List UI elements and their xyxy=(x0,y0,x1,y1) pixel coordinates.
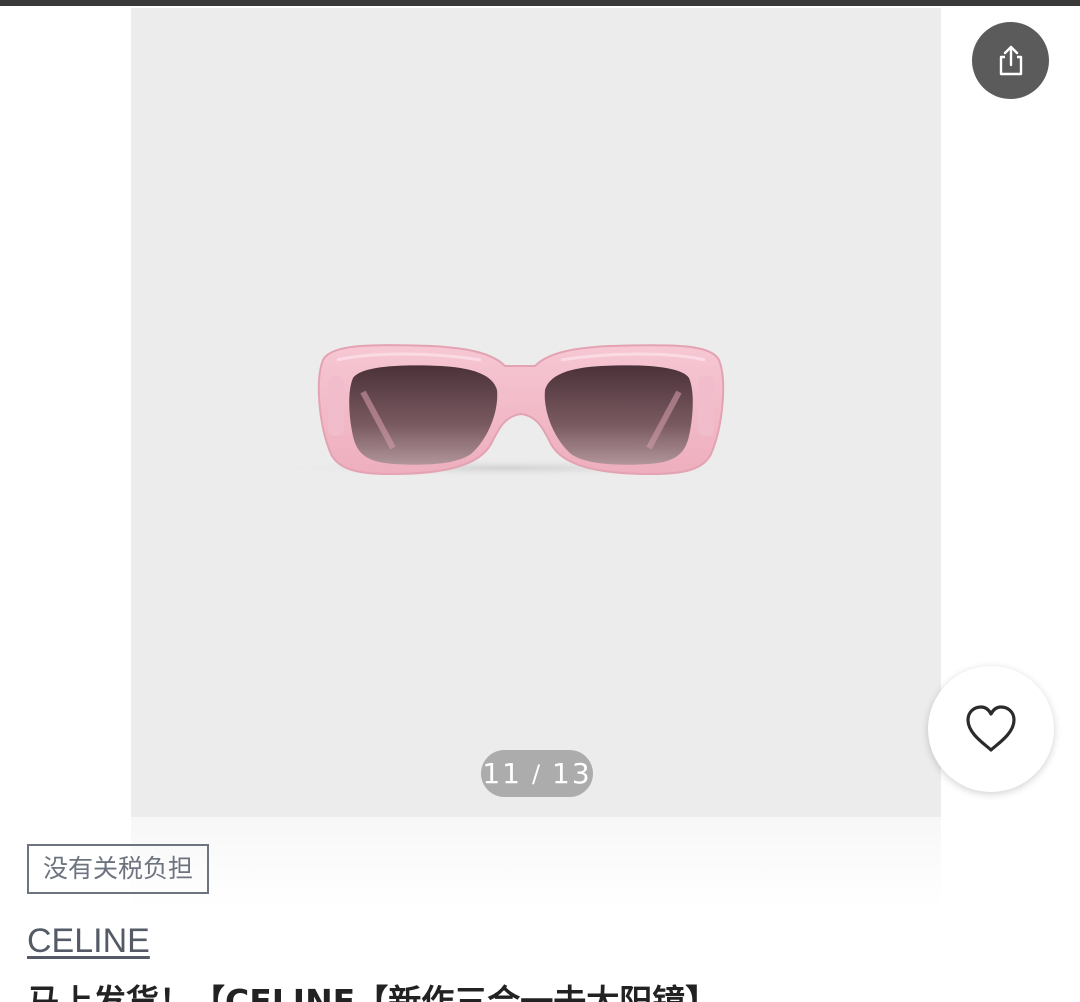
share-button[interactable] xyxy=(972,22,1049,99)
image-counter: 11 / 13 xyxy=(481,750,593,797)
image-reflection xyxy=(131,817,941,907)
heart-icon xyxy=(966,705,1016,752)
duty-free-tag: 没有关税负担 xyxy=(27,844,210,894)
product-page: 11 / 13 没有关税负担 CELINE 马上发货！【CELINE【新作三合一… xyxy=(0,0,1080,1002)
product-title: 马上发货！【CELINE【新作三合一去太阳镜】 xyxy=(27,982,719,1002)
top-bar xyxy=(0,0,1080,6)
share-icon xyxy=(999,45,1022,75)
favorite-button[interactable] xyxy=(928,666,1054,792)
counter-current: 11 xyxy=(482,757,522,790)
sunglasses-image xyxy=(256,344,756,478)
brand-link[interactable]: CELINE xyxy=(27,922,150,961)
counter-total: 13 xyxy=(552,757,592,790)
product-image[interactable] xyxy=(131,8,941,817)
counter-separator: / xyxy=(531,759,543,788)
